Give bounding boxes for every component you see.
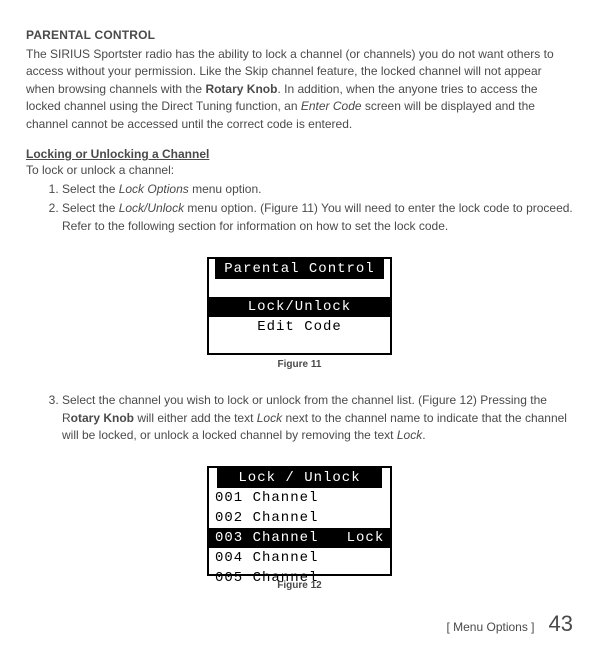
lcd-screen-parental-control: Parental Control Lock/Unlock Edit Code bbox=[207, 257, 392, 355]
enter-code-text: Enter Code bbox=[301, 99, 362, 113]
step-text: . bbox=[422, 428, 425, 442]
step-2: Select the Lock/Unlock menu option. (Fig… bbox=[62, 200, 573, 235]
lock-unlock-text: Lock/Unlock bbox=[119, 201, 184, 215]
footer-section-label: [ Menu Options ] bbox=[446, 620, 534, 634]
step-3: Select the channel you wish to lock or u… bbox=[62, 392, 573, 444]
step-text: will either add the text bbox=[134, 411, 257, 425]
intro-paragraph: The SIRIUS Sportster radio has the abili… bbox=[26, 46, 573, 133]
step-text: Select the bbox=[62, 182, 119, 196]
lcd-row: 002 Channel bbox=[209, 508, 390, 528]
figure-11: Parental Control Lock/Unlock Edit Code F… bbox=[26, 257, 573, 370]
lcd-line-selected: Lock/Unlock bbox=[209, 297, 390, 317]
parental-control-heading: PARENTAL CONTROL bbox=[26, 28, 573, 42]
page-footer: [ Menu Options ] 43 bbox=[446, 611, 573, 637]
lcd-row-selected: 003 Channel Lock bbox=[209, 528, 390, 548]
figure-12: Lock / Unlock 001 Channel 002 Channel 00… bbox=[26, 466, 573, 591]
step-1: Select the Lock Options menu option. bbox=[62, 181, 573, 198]
rotary-knob-text: otary Knob bbox=[71, 411, 134, 425]
figure-caption: Figure 12 bbox=[277, 580, 321, 591]
lead-text: To lock or unlock a channel: bbox=[26, 163, 573, 177]
step-text: Select the bbox=[62, 201, 119, 215]
locking-channel-heading: Locking or Unlocking a Channel bbox=[26, 147, 573, 161]
figure-caption: Figure 11 bbox=[278, 359, 322, 370]
lcd-row: 001 Channel bbox=[209, 488, 390, 508]
page-number: 43 bbox=[549, 611, 573, 637]
lcd-row: 004 Channel bbox=[209, 548, 390, 568]
lcd-blank bbox=[209, 279, 390, 297]
step-text: menu option. bbox=[189, 182, 262, 196]
lcd-line: Edit Code bbox=[209, 317, 390, 337]
steps-list-cont: Select the channel you wish to lock or u… bbox=[26, 392, 573, 444]
lcd-screen-lock-unlock: Lock / Unlock 001 Channel 002 Channel 00… bbox=[207, 466, 392, 576]
lcd-title: Parental Control bbox=[215, 259, 384, 279]
steps-list: Select the Lock Options menu option. Sel… bbox=[26, 181, 573, 235]
lock-text: Lock bbox=[397, 428, 422, 442]
lock-options-text: Lock Options bbox=[119, 182, 189, 196]
lcd-title: Lock / Unlock bbox=[217, 468, 382, 488]
lock-text: Lock bbox=[257, 411, 282, 425]
rotary-knob-text: Rotary Knob bbox=[205, 82, 277, 96]
